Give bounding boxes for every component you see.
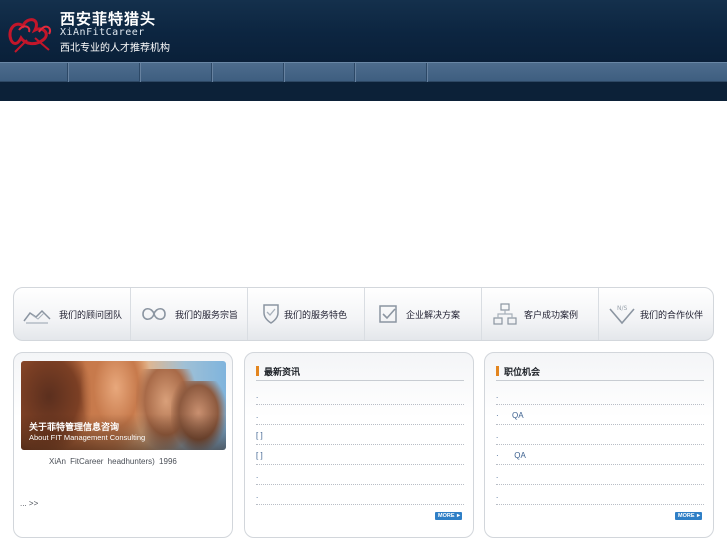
logo-icon[interactable] [5,10,57,54]
shield-icon [263,304,279,324]
about-description: XiAn FitCareer headhunters) 1996 [49,457,177,466]
news-more-button[interactable]: MORE ▸ [435,512,462,520]
nav-item-2[interactable] [68,63,140,82]
about-more-link[interactable]: ... >> [20,499,38,508]
feature-consultant-team[interactable]: 我们的顾问团队 [14,288,131,340]
nav-item-4[interactable] [212,63,284,82]
about-banner-title: 关于菲特管理信息咨询 [29,423,120,433]
list-item[interactable]: [ ] [256,445,464,465]
title-accent-bar [496,366,499,376]
nav-item-5[interactable] [284,63,355,82]
jobs-panel: 职位机会 . · QA . · QA . . MORE ▸ [484,352,714,538]
brand-title: 西安菲特猎头 [60,10,157,28]
network-icon [493,303,517,325]
list-item[interactable]: . [496,485,704,505]
about-banner-subtitle: About FIT Management Consulting [29,433,146,442]
list-item[interactable]: . [256,465,464,485]
feature-label: 我们的服务特色 [284,311,348,321]
nav-item-6[interactable] [355,63,427,82]
feature-partners[interactable]: N/S 我们的合作伙伴 [599,288,714,340]
jobs-list: . · QA . · QA . . [496,385,704,505]
feature-client-cases[interactable]: 客户成功案例 [482,288,599,340]
jobs-header: 职位机会 [496,365,704,381]
checklist-icon [379,305,397,323]
list-item[interactable]: . [496,385,704,405]
arrow-right-icon: ▸ [696,513,700,519]
feature-label: 企业解决方案 [406,311,461,321]
list-item[interactable]: . [496,465,704,485]
ns-badge-icon: N/S [609,305,635,325]
feature-label: 我们的服务宗旨 [175,311,239,321]
nav-item-1[interactable] [0,63,68,82]
news-title: 最新资讯 [264,368,301,378]
feature-strip: 我们的顾问团队 我们的服务宗旨 我们的服务特色 企业解决方案 客户成功案例 N/… [13,287,714,341]
feature-label: 我们的顾问团队 [59,311,123,321]
handshake-icon [23,309,51,324]
news-panel: 最新资讯 . . [ ] [ ] . . MORE ▸ [244,352,474,538]
feature-label: 客户成功案例 [524,311,579,321]
about-banner-image[interactable]: 关于菲特管理信息咨询 About FIT Management Consulti… [21,361,226,450]
list-item[interactable]: · QA [496,405,704,425]
site-header: 西安菲特猎头 XiAnFitCareer 西北专业的人才推荐机构 [0,0,727,62]
feature-service-purpose[interactable]: 我们的服务宗旨 [131,288,248,340]
main-nav [0,62,727,82]
feature-service-traits[interactable]: 我们的服务特色 [248,288,365,340]
brand-tagline: 西北专业的人才推荐机构 [60,43,170,54]
news-list: . . [ ] [ ] . . [256,385,464,505]
list-item[interactable]: [ ] [256,425,464,445]
jobs-more-button[interactable]: MORE ▸ [675,512,702,520]
about-panel: 关于菲特管理信息咨询 About FIT Management Consulti… [13,352,233,538]
brand-english-name: XiAnFitCareer [60,27,145,38]
feature-label: 我们的合作伙伴 [640,311,704,321]
svg-text:N/S: N/S [617,305,628,312]
title-accent-bar [256,366,259,376]
news-header: 最新资讯 [256,365,464,381]
list-item[interactable]: · QA [496,445,704,465]
list-item[interactable]: . [496,425,704,445]
jobs-title: 职位机会 [504,368,541,378]
list-item[interactable]: . [256,385,464,405]
arrow-right-icon: ▸ [456,513,460,519]
sub-nav-bar [0,82,727,101]
feature-enterprise-solutions[interactable]: 企业解决方案 [365,288,482,340]
infinity-icon [142,307,166,321]
list-item[interactable]: . [256,405,464,425]
nav-item-3[interactable] [140,63,212,82]
list-item[interactable]: . [256,485,464,505]
